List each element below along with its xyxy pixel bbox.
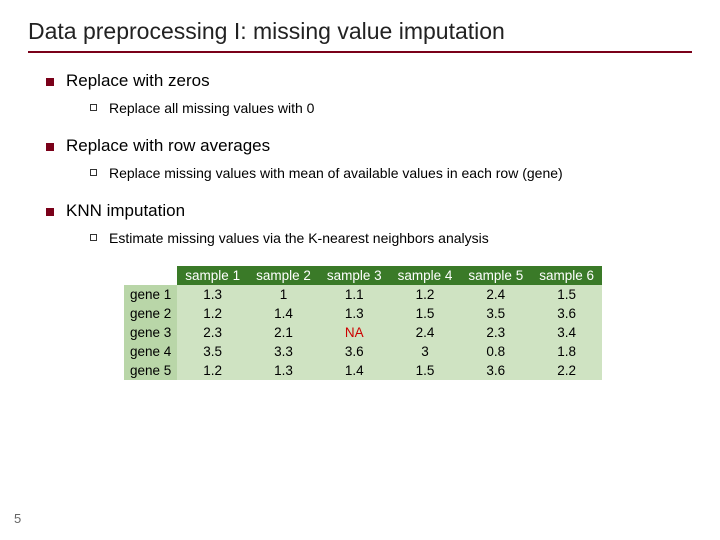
cell: 3.6 (319, 342, 390, 361)
square-bullet-icon (46, 208, 54, 216)
row-header: gene 3 (124, 323, 177, 342)
cell: 2.1 (248, 323, 319, 342)
cell: 3.4 (531, 323, 602, 342)
bullet-knn: KNN imputation (46, 201, 692, 221)
bullet-row-averages: Replace with row averages (46, 136, 692, 156)
subbullet-text: Estimate missing values via the K-neares… (109, 229, 489, 248)
cell: 1 (248, 285, 319, 304)
cell: 1.2 (177, 304, 248, 323)
cell: 2.2 (531, 361, 602, 380)
subbullet-row-averages: Replace missing values with mean of avai… (90, 164, 692, 183)
cell: 0.8 (460, 342, 531, 361)
table-row: gene 5 1.2 1.3 1.4 1.5 3.6 2.2 (124, 361, 602, 380)
gene-table: sample 1 sample 2 sample 3 sample 4 samp… (124, 266, 602, 380)
table-row: gene 1 1.3 1 1.1 1.2 2.4 1.5 (124, 285, 602, 304)
cell: 1.5 (390, 304, 461, 323)
subbullet-knn: Estimate missing values via the K-neares… (90, 229, 692, 248)
data-table-wrap: sample 1 sample 2 sample 3 sample 4 samp… (124, 266, 692, 380)
cell: 1.5 (531, 285, 602, 304)
hollow-square-icon (90, 104, 97, 111)
page-number: 5 (14, 511, 21, 526)
cell: 1.8 (531, 342, 602, 361)
cell: 1.4 (319, 361, 390, 380)
slide: Data preprocessing I: missing value impu… (0, 0, 720, 380)
subbullet-text: Replace all missing values with 0 (109, 99, 314, 118)
cell-na: NA (319, 323, 390, 342)
page-title: Data preprocessing I: missing value impu… (28, 18, 692, 45)
cell: 1.3 (177, 285, 248, 304)
table-row: gene 2 1.2 1.4 1.3 1.5 3.5 3.6 (124, 304, 602, 323)
bullet-label: KNN imputation (66, 201, 185, 221)
cell: 1.2 (390, 285, 461, 304)
cell: 1.5 (390, 361, 461, 380)
cell: 1.3 (319, 304, 390, 323)
subbullet-replace-zeros: Replace all missing values with 0 (90, 99, 692, 118)
bullet-replace-zeros: Replace with zeros (46, 71, 692, 91)
row-header: gene 1 (124, 285, 177, 304)
cell: 3.6 (531, 304, 602, 323)
cell: 2.4 (390, 323, 461, 342)
bullet-label: Replace with zeros (66, 71, 210, 91)
cell: 3 (390, 342, 461, 361)
subbullet-text: Replace missing values with mean of avai… (109, 164, 563, 183)
cell: 3.5 (460, 304, 531, 323)
bullet-label: Replace with row averages (66, 136, 270, 156)
title-rule (28, 51, 692, 53)
row-header: gene 2 (124, 304, 177, 323)
cell: 3.6 (460, 361, 531, 380)
square-bullet-icon (46, 78, 54, 86)
cell: 1.1 (319, 285, 390, 304)
row-header: gene 4 (124, 342, 177, 361)
cell: 2.3 (460, 323, 531, 342)
table-row: gene 3 2.3 2.1 NA 2.4 2.3 3.4 (124, 323, 602, 342)
hollow-square-icon (90, 169, 97, 176)
col-header: sample 3 (319, 266, 390, 285)
col-header: sample 2 (248, 266, 319, 285)
hollow-square-icon (90, 234, 97, 241)
cell: 1.2 (177, 361, 248, 380)
col-header: sample 6 (531, 266, 602, 285)
table-corner (124, 266, 177, 285)
row-header: gene 5 (124, 361, 177, 380)
table-header-row: sample 1 sample 2 sample 3 sample 4 samp… (124, 266, 602, 285)
col-header: sample 4 (390, 266, 461, 285)
col-header: sample 1 (177, 266, 248, 285)
square-bullet-icon (46, 143, 54, 151)
col-header: sample 5 (460, 266, 531, 285)
cell: 2.4 (460, 285, 531, 304)
cell: 1.4 (248, 304, 319, 323)
cell: 3.3 (248, 342, 319, 361)
cell: 2.3 (177, 323, 248, 342)
cell: 3.5 (177, 342, 248, 361)
cell: 1.3 (248, 361, 319, 380)
table-row: gene 4 3.5 3.3 3.6 3 0.8 1.8 (124, 342, 602, 361)
